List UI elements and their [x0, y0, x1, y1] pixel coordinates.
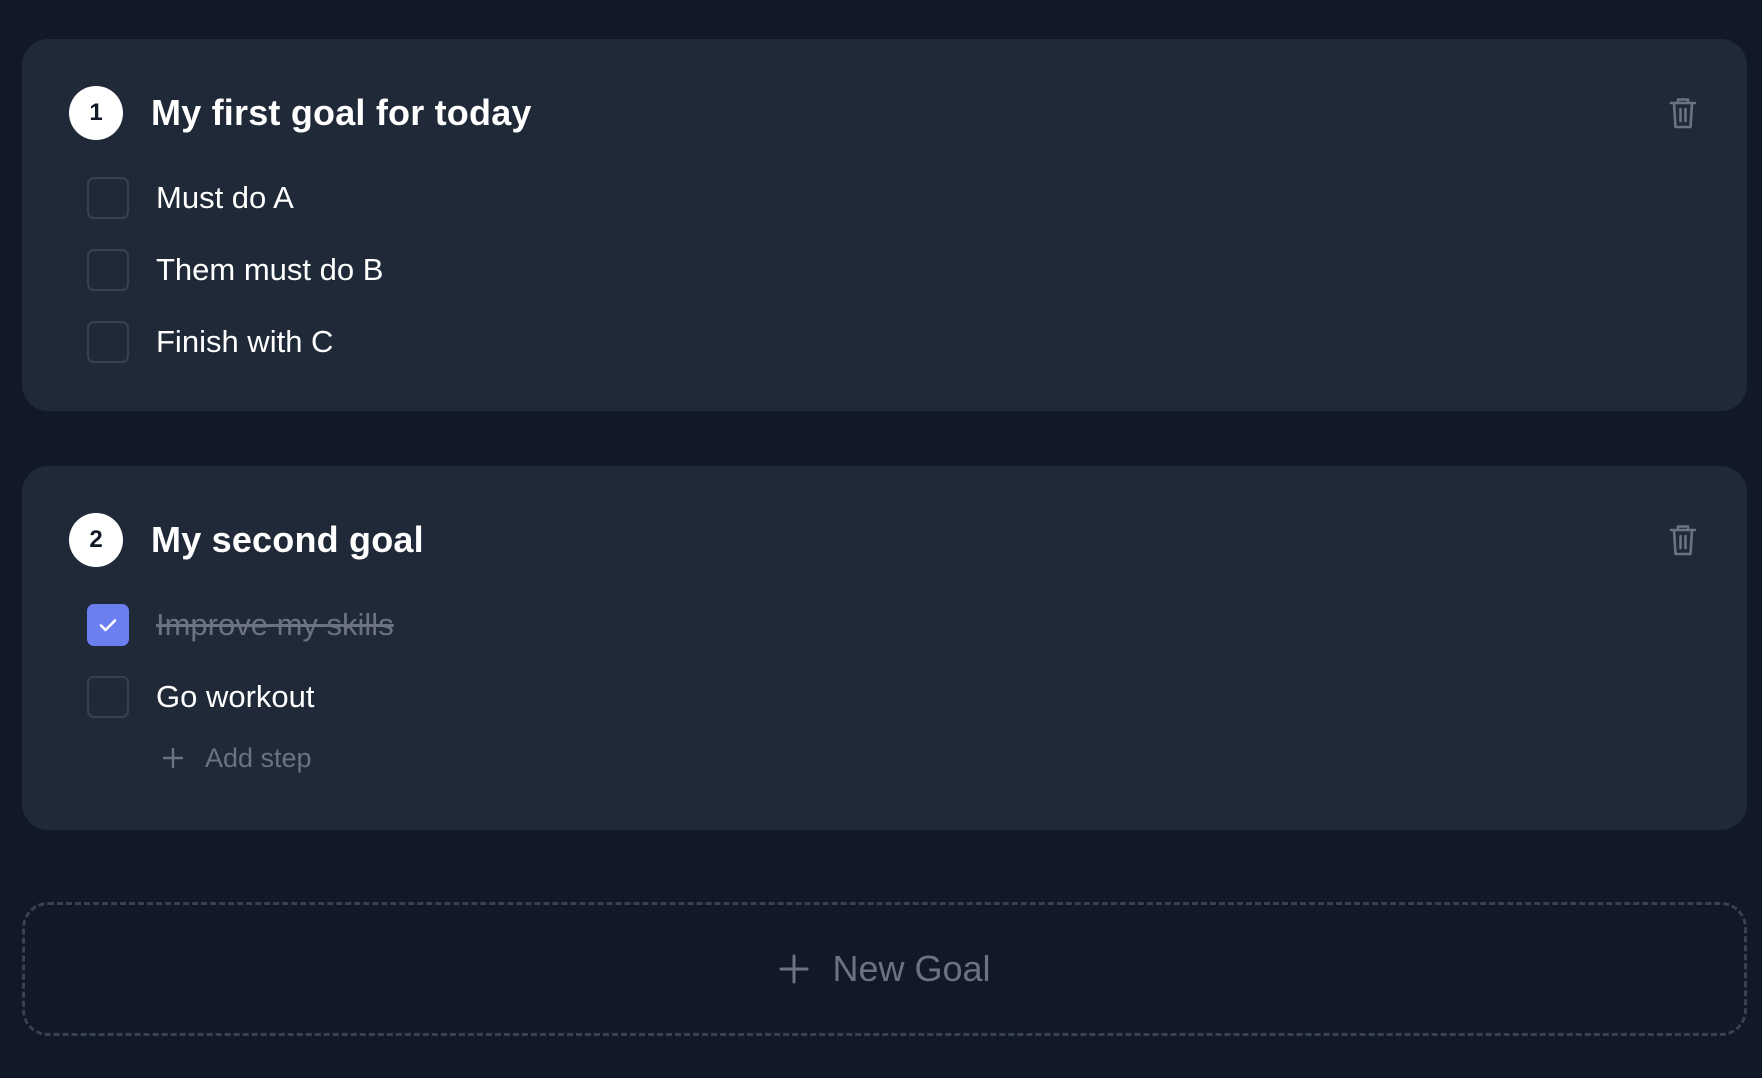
goal-title[interactable]: My second goal — [151, 519, 424, 561]
step-item: Improve my skills — [87, 602, 394, 648]
step-item: Must do A — [87, 175, 383, 221]
step-item: Finish with C — [87, 319, 383, 365]
trash-icon — [1669, 98, 1697, 129]
goal-card-2: 2 My second goal Improve my skills Go wo… — [22, 466, 1747, 830]
new-goal-button[interactable]: New Goal — [22, 902, 1747, 1036]
step-checkbox[interactable] — [87, 177, 129, 219]
step-checkbox[interactable] — [87, 321, 129, 363]
goal-card-1: 1 My first goal for today Must do A Them… — [22, 39, 1747, 411]
check-icon — [99, 619, 117, 632]
delete-goal-button[interactable] — [1666, 521, 1700, 559]
step-checkbox-checked[interactable] — [87, 604, 129, 646]
goal-title[interactable]: My first goal for today — [151, 92, 532, 134]
add-step-button[interactable]: Add step — [161, 740, 394, 776]
step-label[interactable]: Must do A — [156, 180, 294, 216]
new-goal-label: New Goal — [832, 948, 991, 989]
plus-icon — [162, 747, 184, 769]
goal-header: 1 My first goal for today — [69, 86, 532, 140]
step-label-completed[interactable]: Improve my skills — [156, 607, 394, 643]
trash-icon — [1669, 525, 1697, 556]
step-item: Go workout — [87, 674, 394, 720]
steps-list: Must do A Them must do B Finish with C — [87, 175, 383, 391]
step-item: Them must do B — [87, 247, 383, 293]
step-checkbox[interactable] — [87, 249, 129, 291]
steps-list: Improve my skills Go workout Add step — [87, 602, 394, 776]
goal-number-badge: 1 — [69, 86, 123, 140]
step-label[interactable]: Go workout — [156, 679, 315, 715]
step-label[interactable]: Them must do B — [156, 252, 383, 288]
step-label[interactable]: Finish with C — [156, 324, 333, 360]
step-checkbox[interactable] — [87, 676, 129, 718]
plus-icon — [779, 954, 809, 984]
delete-goal-button[interactable] — [1666, 94, 1700, 132]
add-step-label: Add step — [205, 742, 312, 773]
goal-number-badge: 2 — [69, 513, 123, 567]
goal-header: 2 My second goal — [69, 513, 424, 567]
